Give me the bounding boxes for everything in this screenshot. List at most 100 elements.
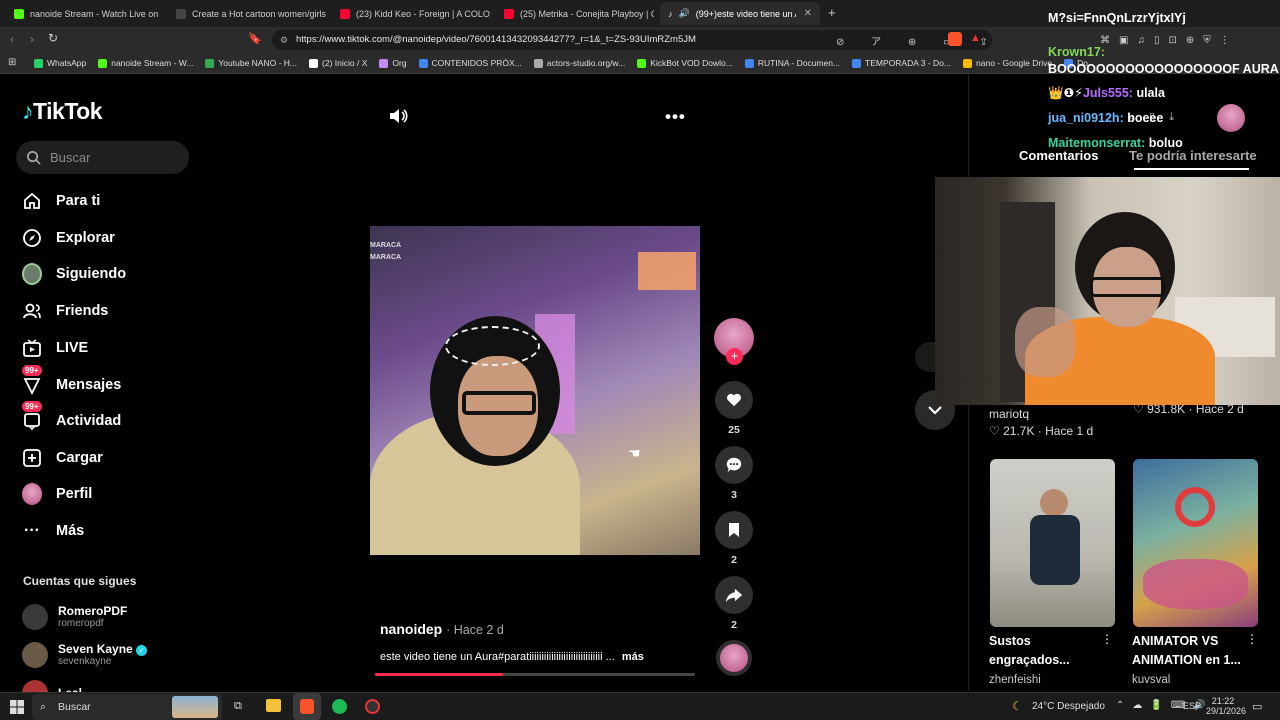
kick-icon — [98, 58, 108, 68]
taskbar-search[interactable]: ⌕ Buscar — [32, 694, 222, 720]
bookmark-label: CONTENIDOS PRÓX... — [431, 58, 522, 68]
bookmark-item[interactable]: Org — [379, 58, 407, 68]
video-card-user[interactable]: zhenfeishi — [989, 674, 1041, 686]
bookmark-label: Youtube NANO - H... — [218, 58, 298, 68]
nav-item-para-ti[interactable]: Para ti — [22, 191, 100, 211]
video-user[interactable]: mariotq — [989, 407, 1029, 421]
bookmark-item[interactable]: TEMPORADA 3 - Do... — [852, 58, 951, 68]
save-button[interactable]: 2 — [714, 511, 754, 566]
video-card-title[interactable]: ANIMATOR VS ANIMATION en 1... — [1132, 632, 1244, 670]
search-input[interactable]: Buscar — [16, 141, 189, 174]
card-more-icon[interactable]: ⋮ — [1101, 632, 1113, 646]
follow-plus-icon[interactable]: + — [726, 348, 743, 365]
share-button[interactable]: 2 — [714, 576, 754, 631]
taskbar-search-placeholder: Buscar — [58, 701, 91, 713]
bookmark-icon[interactable]: 🔖 — [248, 32, 262, 45]
task-view-icon[interactable]: ⧉ — [234, 700, 242, 713]
bookmark-item[interactable]: RUTINA - Documen... — [744, 58, 840, 68]
reload-icon[interactable]: ↻ — [48, 31, 58, 45]
comment-button[interactable]: 3 — [714, 446, 754, 501]
nav-item-mensajes[interactable]: 99+ Mensajes — [22, 365, 121, 395]
video-progress-bar[interactable] — [375, 673, 695, 676]
stream-chat-overlay: M?si=FnnQnLrzrYjtxIYj Krown17: BOOOOOOOO… — [1048, 10, 1280, 152]
nav-item-live[interactable]: LIVE — [22, 338, 88, 358]
nav-item-cargar[interactable]: Cargar — [22, 448, 103, 468]
thumbnail-figure — [1175, 487, 1215, 527]
tab-title: (23) Kidd Keo - Foreign | A COLORS S — [356, 8, 490, 19]
followed-account[interactable]: RomeroPDF romeropdf — [22, 604, 127, 630]
followed-account[interactable]: Seven Kayne ✓ sevenkayne — [22, 642, 148, 668]
nav-item-friends[interactable]: Friends — [22, 301, 108, 321]
video-card-thumbnail[interactable] — [1133, 459, 1258, 627]
apps-grid-icon[interactable]: ⊞ — [8, 57, 16, 68]
video-card-title[interactable]: Sustos engraçados... — [989, 632, 1099, 670]
brave-shield-icon[interactable] — [948, 32, 962, 46]
browser-tab[interactable]: Create a Hot cartoon women/girls 10 — [168, 2, 328, 25]
music-disc-button[interactable] — [714, 640, 754, 676]
volume-icon[interactable] — [388, 106, 408, 131]
windows-start-icon[interactable] — [10, 700, 24, 719]
heart-icon — [715, 381, 753, 419]
drive-icon — [963, 58, 973, 68]
video-overlay-text: MARACA — [370, 242, 402, 249]
bookmark-item[interactable]: WhatsApp — [34, 58, 86, 68]
new-tab-button[interactable]: + — [828, 5, 836, 20]
nav-label: Friends — [56, 303, 109, 319]
nav-label: LIVE — [56, 340, 89, 356]
browser-tab[interactable]: (23) Kidd Keo - Foreign | A COLORS S — [332, 2, 490, 25]
video-options-icon[interactable]: ••• — [665, 107, 686, 127]
video-card-user[interactable]: kuvsval — [1132, 674, 1170, 686]
tiktok-logo[interactable]: ♪TikTok — [22, 98, 103, 125]
search-placeholder: Buscar — [50, 150, 91, 165]
clock[interactable]: 21:22 29/1/2026 — [1206, 696, 1246, 716]
nav-item-perfil[interactable]: Perfil — [22, 483, 92, 505]
brave-icon — [300, 699, 314, 714]
file-explorer-icon[interactable] — [266, 699, 281, 712]
bookmark-item[interactable]: actors-studio.org/w... — [533, 58, 625, 68]
bookmark-item[interactable]: nano - Google Drive — [963, 58, 1052, 68]
live-icon — [22, 338, 42, 358]
weather-icon: ☾ — [1012, 699, 1023, 713]
tiktok-note-icon: ♪ — [22, 98, 34, 124]
close-tab-icon[interactable]: ✕ — [804, 8, 812, 19]
nav-item-mas[interactable]: ··· Más — [22, 521, 84, 541]
back-icon[interactable]: ‹ — [10, 32, 14, 46]
nav-item-siguiendo[interactable]: Siguiendo — [22, 263, 126, 285]
browser-tab-active[interactable]: ♪ 🔊 (99+)este video tiene un Aura ✕ — [660, 2, 820, 25]
obs-icon[interactable] — [365, 699, 380, 714]
notifications-icon[interactable]: ▭ — [1252, 700, 1262, 713]
brave-rewards-icon[interactable]: ▲ — [970, 32, 981, 44]
taskbar-active-app[interactable] — [293, 693, 321, 720]
browser-tab[interactable]: nanoide Stream - Watch Live on — [6, 2, 164, 25]
chat-message: Maitemonserrat: boluo — [1048, 135, 1280, 152]
tab-title: Create a Hot cartoon women/girls 10 — [192, 8, 328, 19]
avatar — [22, 642, 48, 668]
spotify-icon[interactable] — [332, 699, 347, 714]
bookmark-item[interactable]: KickBot VOD Dowlo... — [637, 58, 733, 68]
forward-icon[interactable]: › — [30, 32, 34, 46]
weather-text[interactable]: 24°C Despejado — [1032, 701, 1105, 712]
video-author[interactable]: nanoidep · Hace 2 d — [380, 621, 504, 637]
input-language[interactable]: ESP — [1183, 701, 1201, 711]
message-icon: 99+ — [22, 365, 42, 395]
video-overlay-text: MARACA — [370, 254, 402, 261]
nav-item-explorar[interactable]: Explorar — [22, 228, 115, 248]
author-avatar-button[interactable]: + — [714, 318, 754, 365]
site-info-icon[interactable]: ⚙ — [280, 30, 288, 50]
bookmark-item[interactable]: Youtube NANO - H... — [205, 58, 297, 68]
bookmark-label: TEMPORADA 3 - Do... — [865, 58, 952, 68]
bookmark-item[interactable]: (2) Inicio / X — [309, 58, 367, 68]
bookmark-item[interactable]: nanoide Stream - W... — [98, 58, 193, 68]
browser-extension-icons[interactable]: ⌘▣♫▯⊡⊕⛨⋮ — [1100, 35, 1239, 46]
bookmark-item[interactable]: CONTENIDOS PRÓX... — [418, 58, 522, 68]
youtube-icon — [340, 8, 350, 19]
video-card-thumbnail[interactable] — [990, 459, 1115, 627]
author-name: nanoidep — [380, 621, 443, 637]
card-more-icon[interactable]: ⋮ — [1246, 632, 1258, 646]
video-player[interactable]: MARACA MARACA — [370, 226, 700, 555]
nav-item-actividad[interactable]: 99+ Actividad — [22, 401, 121, 431]
browser-tab[interactable]: (25) Metrika - Conejita Playboy | GAL — [496, 2, 654, 25]
like-button[interactable]: 25 — [714, 381, 754, 436]
more-link[interactable]: más — [622, 651, 644, 663]
notification-badge: 99+ — [22, 365, 42, 376]
